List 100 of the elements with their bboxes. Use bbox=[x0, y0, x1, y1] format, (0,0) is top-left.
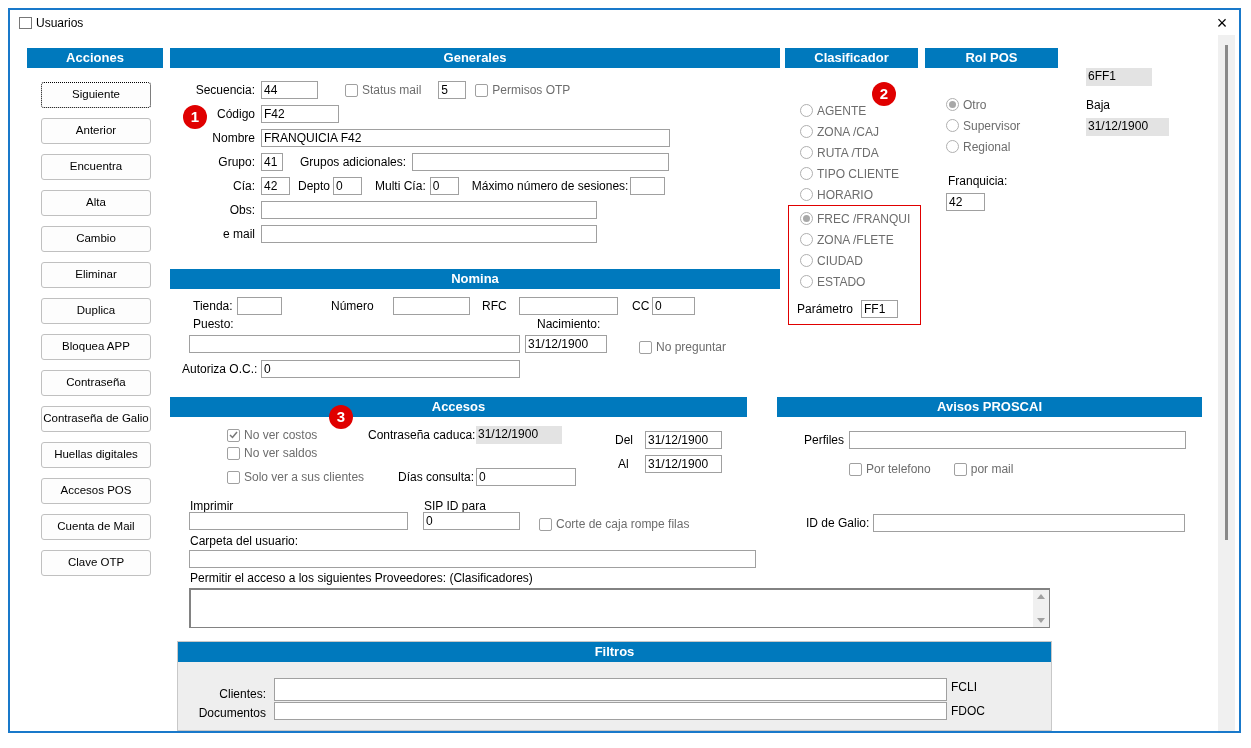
radio-label: ZONA /FLETE bbox=[817, 231, 894, 249]
text-field[interactable]: 0 bbox=[476, 468, 576, 486]
text-field[interactable] bbox=[519, 297, 618, 315]
text-field[interactable] bbox=[630, 177, 666, 195]
text-area[interactable] bbox=[189, 588, 1050, 628]
scrollbar-thumb[interactable] bbox=[1225, 45, 1228, 540]
radio-label: RUTA /TDA bbox=[817, 144, 879, 162]
read-only-field: 6FF1 bbox=[1086, 68, 1152, 86]
radio-label: CIUDAD bbox=[817, 252, 863, 270]
action-button[interactable]: Contraseña bbox=[41, 370, 151, 396]
text-field[interactable]: F42 bbox=[261, 105, 339, 123]
field-label: Nombre bbox=[212, 131, 255, 145]
field-label: Máximo número de sesiones: bbox=[471, 179, 629, 193]
field-label: Días consulta: bbox=[398, 470, 476, 484]
section-header: Clasificador bbox=[785, 48, 918, 68]
checkbox-label: Permisos OTP bbox=[492, 83, 571, 97]
field-label: Multi Cía: bbox=[375, 179, 426, 193]
step-badge: 2 bbox=[872, 82, 896, 106]
text-field[interactable]: 42 bbox=[261, 177, 290, 195]
field-label: Al bbox=[618, 457, 630, 471]
action-button[interactable]: Siguiente bbox=[41, 82, 151, 108]
action-button[interactable]: Accesos POS bbox=[41, 478, 151, 504]
action-button[interactable]: Anterior bbox=[41, 118, 151, 144]
section-header: Generales bbox=[170, 48, 780, 68]
text-field[interactable]: 0 bbox=[652, 297, 695, 315]
field-label: Del bbox=[615, 433, 634, 447]
text-field[interactable]: 0 bbox=[429, 177, 459, 195]
section-header: Acciones bbox=[27, 48, 163, 68]
checkbox-label: No preguntar bbox=[656, 340, 727, 354]
field-label: Obs: bbox=[229, 203, 255, 217]
checkbox-label: Por telefono bbox=[866, 462, 931, 476]
field-label: Parámetro bbox=[797, 302, 855, 316]
scrollbar[interactable] bbox=[1033, 590, 1049, 627]
text-field[interactable]: 31/12/1900 bbox=[645, 455, 722, 473]
text-field[interactable] bbox=[412, 153, 670, 171]
text-field[interactable] bbox=[274, 702, 947, 720]
text-field[interactable]: 31/12/1900 bbox=[645, 431, 722, 449]
action-button[interactable]: Bloquea APP bbox=[41, 334, 151, 360]
step-badge: 3 bbox=[329, 405, 353, 429]
field-label: Número bbox=[331, 299, 375, 313]
field-label: Grupos adicionales: bbox=[300, 155, 407, 169]
text-field[interactable]: 41 bbox=[261, 153, 283, 171]
field-label: e mail bbox=[223, 227, 255, 241]
text-field[interactable] bbox=[237, 297, 282, 315]
text-field[interactable] bbox=[849, 431, 1186, 449]
text-field[interactable] bbox=[189, 550, 756, 568]
radio-label: ZONA /CAJ bbox=[817, 123, 879, 141]
checkbox-label: Status mail bbox=[362, 83, 422, 97]
text-field[interactable]: 5 bbox=[438, 81, 467, 99]
window-title: Usuarios bbox=[36, 14, 84, 32]
field-label: Franquicia: bbox=[948, 174, 1008, 188]
field-label: Cía: bbox=[233, 179, 255, 193]
radio-label: Otro bbox=[963, 96, 987, 114]
field-code: FCLI bbox=[951, 679, 977, 696]
section-header: Filtros bbox=[178, 642, 1051, 662]
field-label: Puesto: bbox=[193, 317, 235, 331]
text-field[interactable]: 0 bbox=[423, 512, 520, 530]
text-field[interactable]: 44 bbox=[261, 81, 318, 99]
field-label: Secuencia: bbox=[195, 83, 255, 97]
scrollbar[interactable] bbox=[1218, 35, 1235, 731]
field-label: Depto bbox=[298, 179, 331, 193]
checkbox-label: No ver saldos bbox=[244, 446, 318, 460]
radio-label: TIPO CLIENTE bbox=[817, 165, 899, 183]
radio-label: HORARIO bbox=[817, 186, 873, 204]
text-field[interactable] bbox=[261, 201, 597, 219]
checkbox-label: No ver costos bbox=[244, 428, 318, 442]
action-button[interactable]: Duplica bbox=[41, 298, 151, 324]
text-field[interactable] bbox=[189, 335, 520, 353]
checkbox-label: Corte de caja rompe filas bbox=[556, 517, 690, 531]
step-badge: 1 bbox=[183, 105, 207, 129]
field-label: Baja bbox=[1086, 98, 1111, 112]
text-field[interactable]: 0 bbox=[261, 360, 520, 378]
close-button[interactable]: × bbox=[1205, 10, 1239, 35]
text-field[interactable] bbox=[393, 297, 470, 315]
action-button[interactable]: Alta bbox=[41, 190, 151, 216]
text-field[interactable] bbox=[261, 225, 597, 243]
field-label: Perfiles bbox=[804, 433, 845, 447]
arrow-up-icon[interactable] bbox=[1037, 594, 1045, 599]
text-field[interactable] bbox=[189, 512, 408, 530]
field-label: Clientes: bbox=[219, 687, 266, 701]
field-label: ID de Galio: bbox=[806, 516, 871, 530]
checkbox-label: por mail bbox=[970, 462, 1014, 476]
text-field[interactable]: FRANQUICIA F42 bbox=[261, 129, 670, 147]
text-field[interactable]: 0 bbox=[333, 177, 363, 195]
action-button[interactable]: Contraseña de Galio bbox=[41, 406, 151, 432]
field-label: Permitir el acceso a los siguientes Proveedores: (Clasificadores) bbox=[190, 571, 533, 585]
action-button[interactable]: Cuenta de Mail bbox=[41, 514, 151, 540]
field-label: Grupo: bbox=[218, 155, 255, 169]
text-field[interactable]: 31/12/1900 bbox=[525, 335, 607, 353]
action-button[interactable]: Cambio bbox=[41, 226, 151, 252]
arrow-down-icon[interactable] bbox=[1037, 618, 1045, 623]
action-button[interactable]: Eliminar bbox=[41, 262, 151, 288]
field-label: Documentos bbox=[198, 706, 266, 720]
action-button[interactable]: Clave OTP bbox=[41, 550, 151, 576]
field-label: Imprimir bbox=[190, 499, 235, 511]
text-field[interactable] bbox=[274, 678, 947, 701]
field-label: CC bbox=[632, 299, 651, 313]
action-button[interactable]: Encuentra bbox=[41, 154, 151, 180]
text-field[interactable] bbox=[873, 514, 1185, 532]
action-button[interactable]: Huellas digitales bbox=[41, 442, 151, 468]
